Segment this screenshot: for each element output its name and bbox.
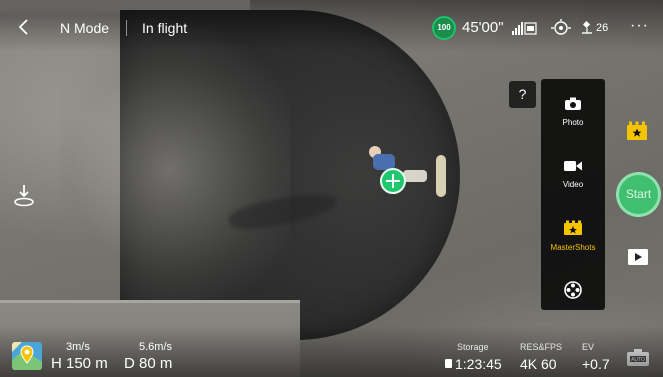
mode-video[interactable]: Video — [541, 159, 605, 189]
landing-icon — [14, 185, 34, 207]
ev-value[interactable]: +0.7 — [582, 356, 610, 372]
mastershots-icon — [627, 121, 647, 140]
flight-mode-label[interactable]: N Mode — [60, 20, 109, 36]
remaining-flight-time: 45'00" — [462, 19, 504, 36]
auto-takeoff-landing-button[interactable] — [12, 182, 36, 208]
battery-indicator[interactable]: 100 — [432, 16, 456, 40]
header-divider — [126, 20, 127, 36]
ev-label: EV — [582, 342, 595, 352]
horizontal-speed: 3m/s — [66, 341, 90, 353]
video-camera-icon — [564, 161, 582, 171]
mode-mastershots[interactable]: MasterShots — [541, 220, 605, 252]
height-readout: H 150 m — [51, 355, 108, 372]
camera-mode-panel: Photo Video MasterShots — [541, 79, 605, 310]
satellite-count: 26 — [596, 22, 609, 34]
storage-label: Storage — [457, 342, 489, 352]
film-reel-icon — [564, 281, 582, 299]
distance-readout: D 80 m — [124, 355, 173, 372]
map-icon — [12, 342, 42, 370]
map-button[interactable] — [12, 342, 42, 370]
mode-photo[interactable]: Photo — [541, 97, 605, 127]
resfps-label: RES&FPS — [520, 342, 563, 352]
mode-video-label: Video — [562, 180, 584, 189]
camera-icon — [565, 97, 581, 110]
bowl-shading — [60, 20, 290, 320]
playback-icon — [628, 249, 648, 265]
resfps-value[interactable]: 4K 60 — [520, 356, 557, 372]
more-options-button[interactable]: ··· — [630, 18, 650, 34]
mode-photo-label: Photo — [562, 118, 584, 127]
aircraft-status-icon — [550, 19, 572, 37]
flight-status-label: In flight — [142, 20, 188, 36]
help-button[interactable]: ? — [509, 81, 536, 108]
skater-pants — [403, 170, 427, 182]
sd-card-icon — [445, 359, 452, 368]
mode-hyperlapse[interactable] — [541, 281, 605, 299]
mastershots-shortcut-button[interactable] — [626, 121, 648, 141]
mastershots-icon — [564, 220, 582, 235]
start-button[interactable]: Start — [616, 172, 661, 217]
subject-tracking-target[interactable] — [380, 168, 406, 194]
storage-value: 1:23:45 — [455, 356, 502, 372]
mode-mastershots-label: MasterShots — [550, 243, 596, 252]
satellite-icon — [580, 19, 594, 35]
playback-button[interactable] — [627, 248, 649, 266]
skateboard — [436, 155, 446, 197]
chevron-left-icon — [18, 19, 28, 35]
back-button[interactable] — [16, 17, 32, 37]
signal-strength-icon — [512, 21, 538, 35]
vertical-speed: 5.6m/s — [139, 341, 173, 353]
